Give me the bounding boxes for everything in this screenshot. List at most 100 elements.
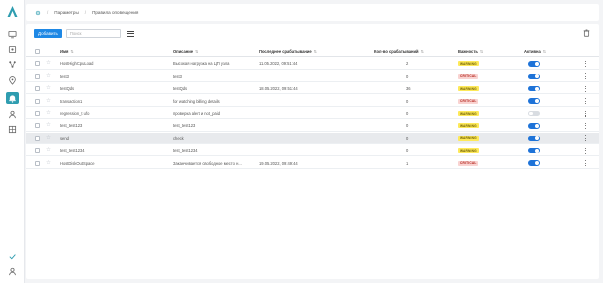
grid-icon[interactable]: [6, 123, 19, 135]
star-icon[interactable]: ☆: [46, 147, 51, 154]
active-toggle[interactable]: [528, 135, 540, 142]
row-menu-icon[interactable]: [585, 160, 587, 167]
row-checkbox[interactable]: [35, 111, 40, 116]
cell-last-triggered: [259, 96, 359, 107]
columns-menu-icon[interactable]: [126, 30, 134, 37]
row-menu-icon[interactable]: [585, 122, 587, 129]
cell-count: 0: [406, 111, 409, 116]
bell-icon[interactable]: [6, 92, 19, 104]
column-header-count[interactable]: Кол-во срабатываний ⇅: [374, 46, 464, 57]
check-icon[interactable]: [6, 250, 19, 262]
row-checkbox[interactable]: [35, 73, 40, 79]
active-toggle[interactable]: [528, 85, 540, 92]
severity-badge: WARNING: [458, 61, 479, 67]
app-root: / Параметры / Правила оповещения Добавит…: [0, 0, 603, 283]
column-header-name[interactable]: Имя ⇅: [60, 46, 140, 57]
cell-severity: WARNING: [458, 133, 498, 144]
cell-count: 0: [406, 73, 409, 79]
row-menu-icon[interactable]: [585, 135, 587, 142]
active-toggle[interactable]: [528, 123, 540, 129]
table-row[interactable]: ☆ send check 0 WARNING: [26, 132, 599, 145]
star-icon[interactable]: ☆: [46, 98, 51, 105]
cell-last-triggered: [259, 145, 359, 156]
active-toggle[interactable]: [528, 98, 540, 104]
breadcrumb-item-settings[interactable]: Параметры: [54, 10, 79, 15]
column-header-description[interactable]: Описание ⇅: [173, 46, 263, 57]
cell-count: 1: [406, 160, 409, 166]
nodes-icon[interactable]: [6, 58, 19, 70]
search-input[interactable]: Поиск: [65, 29, 121, 38]
sidebar: [0, 0, 25, 283]
row-checkbox[interactable]: [35, 135, 40, 141]
row-checkbox[interactable]: [35, 86, 40, 92]
cell-severity: WARNING: [458, 83, 498, 94]
cell-last-triggered: [259, 133, 359, 144]
column-header-severity[interactable]: Важность ⇅: [458, 46, 518, 57]
cell-name: test_test1234: [60, 148, 85, 154]
star-icon[interactable]: ☆: [46, 122, 51, 129]
cell-last-triggered: [259, 120, 359, 131]
active-toggle[interactable]: [528, 147, 540, 154]
row-checkbox[interactable]: [35, 148, 40, 154]
severity-badge: CRITICAL: [458, 160, 479, 166]
star-icon[interactable]: ☆: [46, 73, 51, 80]
column-header-last-triggered[interactable]: Последнее срабатывание ⇅: [259, 46, 369, 57]
active-toggle[interactable]: [528, 110, 540, 117]
select-all-checkbox[interactable]: [35, 49, 40, 54]
table-row[interactable]: ☆ test3 test3 0 CRITICAL: [26, 71, 599, 83]
cell-name: test3: [60, 73, 69, 79]
table-row[interactable]: ☆ testQds testQds 18.05.2022, 09:51:44 36 WAR…: [26, 83, 599, 95]
profile-icon[interactable]: [6, 265, 19, 277]
user-icon[interactable]: [6, 108, 19, 120]
location-icon[interactable]: [6, 74, 19, 86]
table-row[interactable]: ☆ transaction1 for watching billing detail…: [26, 96, 599, 107]
row-menu-icon[interactable]: [585, 110, 587, 117]
breadcrumb: / Параметры / Правила оповещения: [26, 4, 599, 21]
brand-logo-icon[interactable]: [6, 5, 19, 18]
trash-icon[interactable]: [583, 29, 590, 37]
main-panel: Добавить Поиск Имя ⇅ Описание ⇅ Последнее …: [26, 24, 599, 279]
row-menu-icon[interactable]: [585, 85, 587, 92]
active-toggle[interactable]: [528, 61, 540, 67]
severity-badge: WARNING: [458, 148, 479, 154]
cell-description: проверка alert и not_paid: [173, 111, 220, 116]
star-icon[interactable]: ☆: [46, 60, 51, 67]
cell-count: 0: [406, 135, 409, 141]
row-menu-icon[interactable]: [585, 73, 587, 80]
table-row[interactable]: ☆ regression_t ufo проверка alert и not_pa…: [26, 108, 599, 120]
cell-description: for watching billing details: [173, 98, 220, 104]
row-menu-icon[interactable]: [585, 147, 587, 154]
row-checkbox[interactable]: [35, 160, 40, 166]
cell-active: [528, 120, 548, 131]
star-icon[interactable]: ☆: [46, 160, 51, 167]
monitor-icon[interactable]: [6, 28, 19, 40]
table-row[interactable]: ☆ HostHighCpuLoad Высокая нагрузка на ЦП у…: [26, 58, 599, 70]
cell-active: [528, 83, 548, 94]
cell-active: [528, 158, 548, 169]
table-row[interactable]: ☆ HostDiskOutSpace Заканчивается свободное…: [26, 158, 599, 169]
row-checkbox[interactable]: [35, 61, 40, 67]
breadcrumb-separator: /: [47, 10, 49, 15]
column-header-active[interactable]: Активна ⇅: [524, 46, 574, 57]
cell-description: testQds: [173, 86, 188, 92]
star-icon[interactable]: ☆: [46, 85, 51, 92]
cell-severity: WARNING: [458, 58, 498, 69]
table-row[interactable]: ☆ test_test1234 test_test1234 0 WARNING: [26, 145, 599, 157]
shield-icon[interactable]: [6, 43, 19, 55]
row-menu-icon[interactable]: [585, 98, 587, 105]
add-button[interactable]: Добавить: [34, 29, 62, 38]
row-checkbox[interactable]: [35, 98, 40, 104]
star-icon[interactable]: ☆: [46, 135, 51, 142]
cell-description: test_test123: [173, 123, 196, 129]
gear-icon[interactable]: [35, 10, 41, 16]
cell-name: HostHighCpuLoad: [60, 61, 94, 67]
table-header: Имя ⇅ Описание ⇅ Последнее срабатывание ⇅ К…: [26, 46, 599, 58]
breadcrumb-item-alert-rules: Правила оповещения: [92, 10, 139, 15]
row-menu-icon[interactable]: [585, 60, 587, 67]
star-icon[interactable]: ☆: [46, 110, 51, 117]
active-toggle[interactable]: [528, 160, 540, 166]
row-checkbox[interactable]: [35, 123, 40, 129]
active-toggle[interactable]: [528, 73, 540, 80]
cell-count: 0: [406, 123, 409, 129]
table-row[interactable]: ☆ test_test123 test_test123 0 WARNING: [26, 120, 599, 132]
